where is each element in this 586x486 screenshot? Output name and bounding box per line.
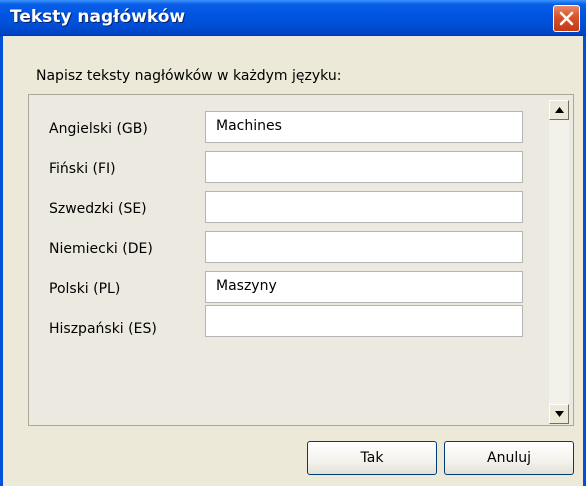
scroll-up-button[interactable]: [549, 100, 569, 120]
label-polish: Polski (PL): [49, 281, 121, 297]
close-icon: [559, 11, 574, 26]
arrow-down-icon: [554, 411, 564, 417]
instruction-text: Napisz teksty nagłówków w każdym języku:: [36, 68, 342, 84]
window-title: Teksty nagłówków: [10, 7, 186, 27]
label-spanish: Hiszpański (ES): [49, 321, 157, 337]
label-german: Niemiecki (DE): [49, 241, 153, 257]
label-english: Angielski (GB): [49, 121, 148, 137]
vertical-scrollbar[interactable]: [549, 100, 569, 424]
language-fields-panel: Angielski (GB) Machines Fiński (FI) Szwe…: [28, 94, 574, 426]
english-heading-input[interactable]: Machines: [205, 111, 523, 143]
spanish-heading-input[interactable]: [205, 305, 523, 337]
window-border-left: [0, 36, 3, 486]
title-bar[interactable]: Teksty nagłówków: [0, 0, 586, 36]
cancel-button[interactable]: Anuluj: [444, 441, 574, 475]
polish-heading-input[interactable]: Maszyny: [205, 271, 523, 303]
close-button[interactable]: [553, 5, 580, 32]
german-heading-input[interactable]: [205, 231, 523, 263]
finnish-heading-input[interactable]: [205, 151, 523, 183]
ok-button[interactable]: Tak: [307, 441, 437, 475]
scroll-down-button[interactable]: [549, 404, 569, 424]
swedish-heading-input[interactable]: [205, 191, 523, 223]
label-swedish: Szwedzki (SE): [49, 201, 147, 217]
label-finnish: Fiński (FI): [49, 161, 116, 177]
arrow-up-icon: [554, 107, 564, 113]
